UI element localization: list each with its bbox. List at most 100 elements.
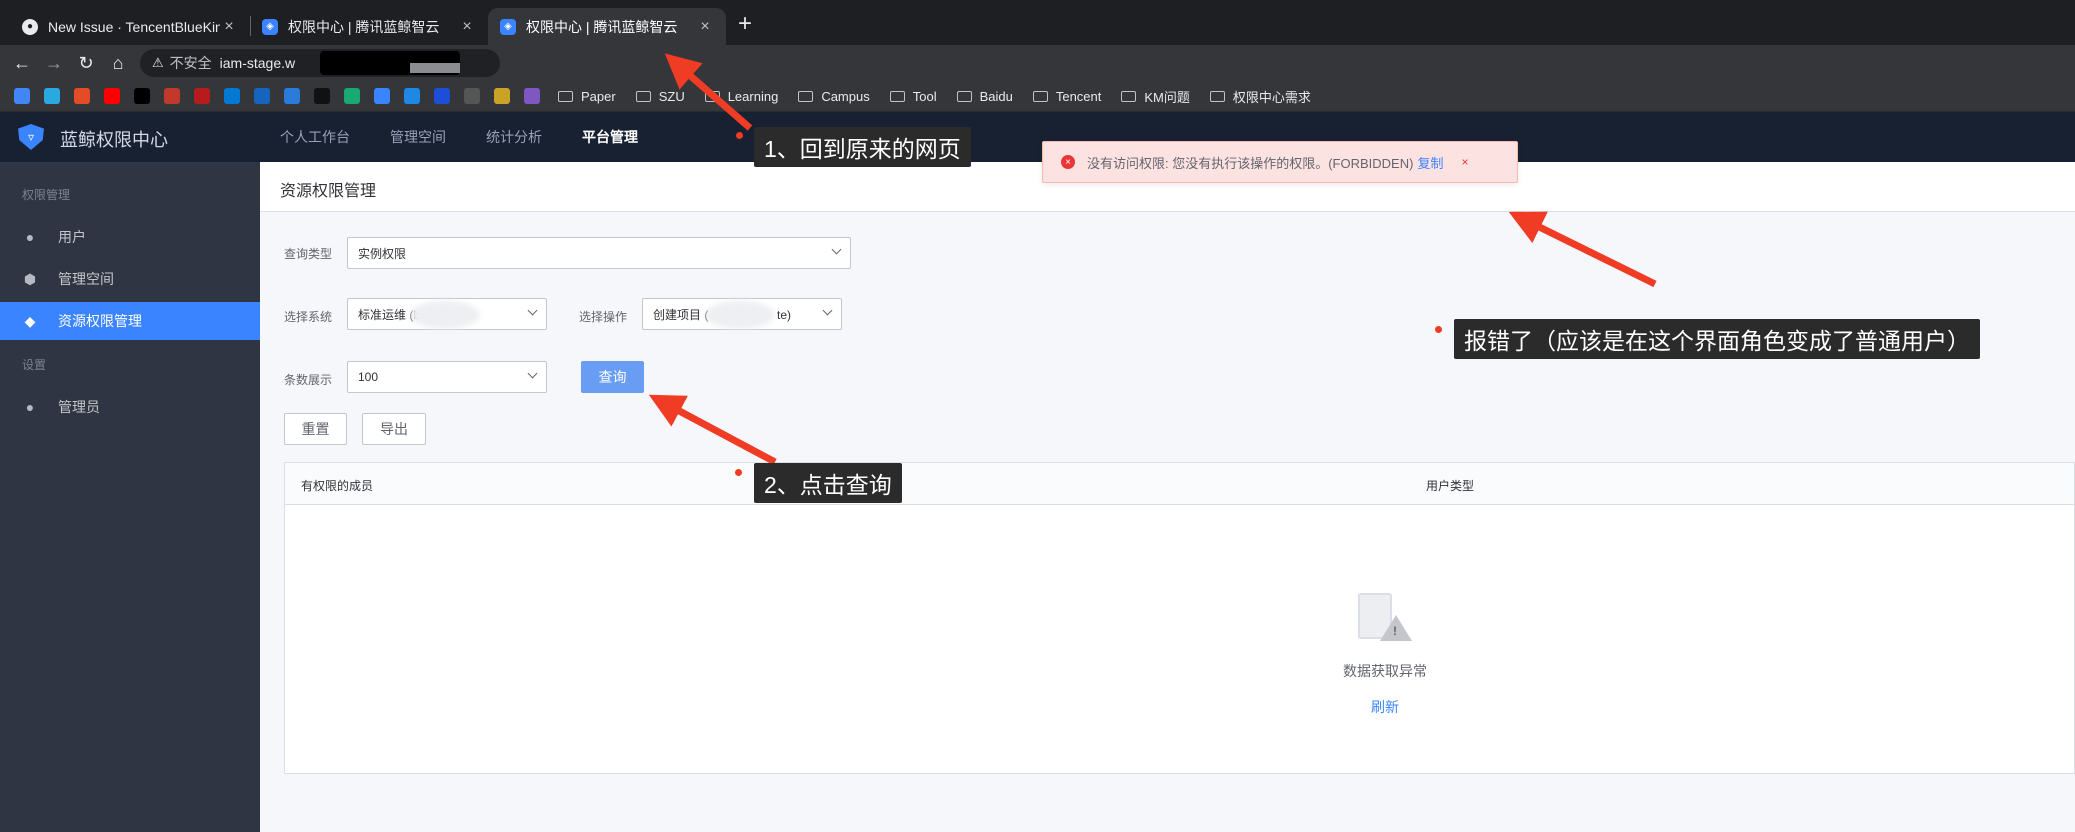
- new-tab-icon[interactable]: +: [738, 11, 752, 37]
- browser-tab-github[interactable]: ● New Issue · TencentBlueKing/b ×: [10, 8, 250, 45]
- bookmarks-bar: Paper SZU Learning Campus Tool Baidu Tencent KM…: [0, 81, 2075, 112]
- folder-icon: [798, 90, 814, 102]
- sidebar-item-label: 用户: [58, 229, 86, 245]
- annotation-arrow-query: [648, 394, 777, 466]
- annotation-step1: 1、回到原来的网页: [754, 127, 971, 167]
- annotation-step2: 2、点击查询: [754, 463, 902, 503]
- nav-platform-management[interactable]: 平台管理: [582, 112, 638, 162]
- bookmark-folder[interactable]: SZU: [635, 88, 685, 104]
- nav-management-space[interactable]: 管理空间: [390, 112, 446, 162]
- top-nav: 个人工作台 管理空间 统计分析 平台管理: [280, 112, 678, 162]
- folder-icon: [704, 90, 720, 102]
- bookmark-site-icon[interactable]: [434, 88, 450, 104]
- tab-title: 权限中心 | 腾讯蓝鲸智云: [526, 18, 678, 35]
- refresh-link[interactable]: 刷新: [1320, 697, 1450, 717]
- bookmark-site-icon[interactable]: [164, 88, 180, 104]
- bookmark-site-icon[interactable]: [374, 88, 390, 104]
- cube-icon: ⬢: [23, 270, 37, 287]
- home-icon[interactable]: ⌂: [108, 53, 128, 73]
- bookmark-label: Tool: [912, 88, 937, 104]
- error-icon: ×: [1061, 155, 1075, 169]
- bookmark-folder[interactable]: 权限中心需求: [1209, 87, 1311, 106]
- sidebar-group-title: 设置: [22, 358, 47, 372]
- empty-state: ! 数据获取异常 刷新: [1320, 591, 1450, 717]
- bookmark-site-icon[interactable]: [254, 88, 270, 104]
- bookmark-site-icon[interactable]: [524, 88, 540, 104]
- system-select[interactable]: 标准运维 (b: [347, 298, 547, 330]
- admin-icon: ●: [25, 399, 35, 415]
- count-label: 条数展示: [284, 373, 333, 387]
- column-header-user-type: 用户类型: [1426, 479, 1475, 493]
- close-icon[interactable]: ×: [220, 18, 238, 36]
- sidebar-item-management-space[interactable]: ⬢ 管理空间: [0, 260, 260, 298]
- browser-tab-iam-1[interactable]: ◈ 权限中心 | 腾讯蓝鲸智云 ×: [250, 8, 488, 45]
- sidebar-item-resource-permission[interactable]: ◆ 资源权限管理: [0, 302, 260, 340]
- sidebar-group-title: 权限管理: [22, 188, 71, 202]
- bookmark-site-icon[interactable]: [104, 88, 120, 104]
- chevron-down-icon: [527, 368, 538, 379]
- bookmark-label: 权限中心需求: [1232, 89, 1311, 105]
- export-button[interactable]: 导出: [362, 413, 426, 445]
- security-label: 不安全: [169, 55, 212, 71]
- folder-icon: [558, 90, 573, 102]
- bookmark-label: SZU: [658, 88, 685, 104]
- bookmark-site-icon[interactable]: [404, 88, 420, 104]
- address-bar[interactable]: ⚠ 不安全 iam-stage.w: [140, 49, 500, 77]
- browser-tab-iam-2[interactable]: ◈ 权限中心 | 腾讯蓝鲸智云 ×: [488, 8, 726, 45]
- bookmark-site-icon[interactable]: [14, 88, 30, 104]
- bookmark-site-icon[interactable]: [494, 88, 510, 104]
- system-label: 选择系统: [284, 310, 333, 324]
- user-icon: ●: [25, 229, 35, 245]
- nav-personal-workbench[interactable]: 个人工作台: [280, 112, 350, 162]
- close-icon[interactable]: ×: [458, 18, 476, 36]
- bookmark-site-icon[interactable]: [344, 88, 360, 104]
- bookmark-label: Baidu: [979, 88, 1013, 104]
- redaction-block: [410, 63, 460, 73]
- toast-copy-link[interactable]: 复制: [1417, 153, 1443, 172]
- reload-icon[interactable]: ↻: [76, 53, 96, 73]
- bookmark-site-icon[interactable]: [224, 88, 240, 104]
- sidebar-item-users[interactable]: ● 用户: [0, 218, 260, 256]
- folder-icon: [889, 90, 905, 102]
- bookmark-folder[interactable]: Baidu: [956, 88, 1013, 104]
- bookmark-folder[interactable]: Paper: [558, 89, 616, 104]
- bookmark-folder[interactable]: Learning: [704, 89, 778, 104]
- url-text: iam-stage.w: [219, 55, 296, 71]
- bookmark-folder[interactable]: KM问题: [1121, 87, 1190, 106]
- reset-button[interactable]: 重置: [284, 413, 347, 445]
- app-header: ▿ 蓝鲸权限中心 个人工作台 管理空间 统计分析 平台管理: [0, 112, 2075, 162]
- query-type-select[interactable]: 实例权限: [347, 237, 851, 269]
- bookmark-folder[interactable]: Tool: [889, 88, 937, 104]
- close-icon[interactable]: ×: [696, 18, 714, 36]
- back-icon[interactable]: ←: [12, 53, 32, 73]
- chevron-down-icon: [527, 305, 538, 316]
- sidebar-item-admins[interactable]: ● 管理员: [0, 388, 260, 426]
- folder-icon: [635, 90, 651, 102]
- annotation-error-note: 报错了（应该是在这个界面角色变成了普通用户）: [1454, 319, 1980, 359]
- redaction-smudge: [410, 301, 480, 329]
- github-icon: ●: [22, 18, 38, 35]
- toast-close-icon[interactable]: ×: [1461, 155, 1468, 169]
- bookmark-site-icon[interactable]: [194, 88, 210, 104]
- bookmark-site-icon[interactable]: [464, 88, 480, 104]
- bookmark-site-icon[interactable]: [44, 88, 60, 104]
- bookmark-site-icon[interactable]: [134, 88, 150, 104]
- sidebar-item-label: 管理空间: [58, 271, 114, 287]
- bookmark-site-icon[interactable]: [284, 88, 300, 104]
- count-select[interactable]: 100: [347, 361, 547, 393]
- bookmark-folder[interactable]: Campus: [798, 89, 870, 104]
- annotation-dot: [736, 132, 743, 139]
- bookmark-site-icon[interactable]: [314, 88, 330, 104]
- chevron-down-icon: [822, 305, 833, 316]
- action-select[interactable]: 创建项目 ( te): [642, 298, 842, 330]
- forward-icon[interactable]: →: [44, 53, 64, 73]
- shield-icon: ◆: [24, 312, 36, 329]
- bookmark-folder[interactable]: Tencent: [1032, 89, 1101, 104]
- app-logo-text[interactable]: 蓝鲸权限中心: [60, 126, 168, 152]
- nav-statistics[interactable]: 统计分析: [486, 112, 542, 162]
- bookmark-site-icon[interactable]: [74, 88, 90, 104]
- annotation-dot: [1435, 326, 1442, 333]
- query-button[interactable]: 查询: [581, 361, 644, 393]
- action-value-suffix: te): [777, 308, 792, 322]
- browser-tab-bar: ● New Issue · TencentBlueKing/b × ◈ 权限中心…: [0, 0, 2075, 45]
